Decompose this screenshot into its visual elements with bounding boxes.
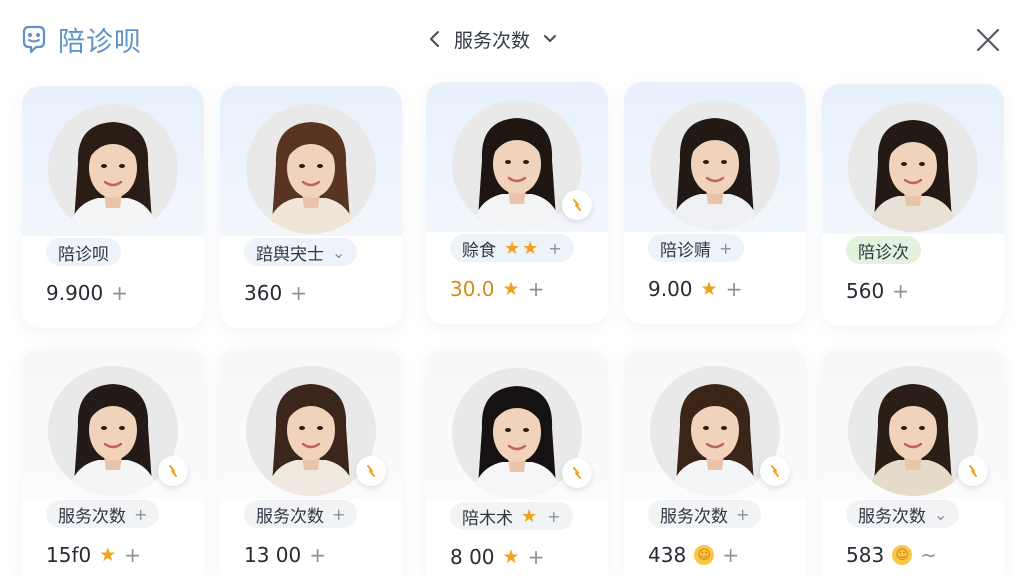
tag-action-icon[interactable]: + [736, 505, 749, 524]
service-count-value: 8 00 [450, 545, 495, 569]
close-icon[interactable] [972, 24, 1004, 56]
service-count-value: 360 [244, 281, 283, 305]
tag-action-icon[interactable]: + [548, 239, 561, 258]
service-count-value: 15f0 [46, 543, 92, 567]
caregiver-card[interactable]: 服务次数 + 438 ☺ + [624, 348, 806, 576]
tag-label: 服务次数 [858, 506, 926, 527]
caregiver-tag[interactable]: 陪诊呗 [46, 238, 121, 266]
service-count-value: 9.900 [46, 281, 104, 305]
caregiver-tag[interactable]: 服务次数 + [244, 500, 358, 528]
service-count-value: 13 00 [244, 543, 302, 567]
service-count-value: 438 [648, 543, 687, 567]
caregiver-card[interactable]: 陪诊呗 9.900 + [22, 86, 204, 328]
caregiver-tag[interactable]: 踣舆宊士 ⌄ [244, 238, 358, 266]
service-count: 438 ☺ + [648, 540, 739, 570]
verified-badge-icon [958, 456, 988, 486]
caregiver-card[interactable]: 陪木术 ★ + 8 00 ★ + [426, 350, 608, 576]
service-count-value: 30.0 [450, 277, 495, 301]
chevron-down-icon[interactable] [542, 33, 558, 45]
rating-stars-icon: ★★ [504, 237, 541, 259]
caregiver-card[interactable]: 陪诊次 560 + [822, 84, 1004, 326]
add-button[interactable]: + [124, 543, 141, 567]
service-count: 15f0 ★ + [46, 540, 141, 570]
caregiver-card[interactable]: 陪诊䞍 + 9.00 ★ + [624, 82, 806, 324]
tag-action-icon[interactable]: + [547, 507, 560, 526]
verified-badge-icon [562, 458, 592, 488]
caregiver-card[interactable]: 踣舆宊士 ⌄ 360 + [220, 86, 402, 328]
tag-action-icon[interactable]: + [332, 505, 345, 524]
caregiver-card[interactable]: 服务次数 ⌄ 583 ☺ ~ [822, 348, 1004, 576]
add-button[interactable]: + [528, 277, 545, 301]
avatar[interactable] [48, 104, 178, 234]
tag-label: 踣舆宊士 [256, 244, 324, 265]
caregiver-card[interactable]: 服务次数 + 15f0 ★ + [22, 348, 204, 576]
tag-label: 赊食 [462, 240, 496, 261]
caregiver-tag[interactable]: 服务次数 + [46, 500, 160, 528]
add-button[interactable]: + [722, 543, 739, 567]
caregiver-tag[interactable]: 服务次数 ⌄ [846, 500, 960, 528]
top-bar: 陪诊呗 服务次数 [0, 0, 1024, 78]
star-icon: ★ [700, 278, 718, 300]
tag-action-icon[interactable]: ⌄ [332, 243, 345, 262]
add-button[interactable]: ~ [920, 543, 937, 567]
service-count: 9.900 + [46, 278, 128, 308]
star-icon: ★ [502, 546, 520, 568]
verified-badge-icon [158, 456, 188, 486]
caregiver-tag[interactable]: 陪诊䞍 + [648, 234, 745, 262]
avatar[interactable] [650, 100, 780, 230]
service-count-value: 9.00 [648, 277, 693, 301]
service-count: 30.0 ★ + [450, 274, 544, 304]
caregiver-tag[interactable]: 陪木术 ★ + [450, 502, 573, 530]
caregiver-card[interactable]: 赊食 ★★ + 30.0 ★ + [426, 82, 608, 324]
caregiver-tag[interactable]: 陪诊次 [846, 236, 921, 264]
tag-label: 陪诊䞍 [660, 240, 711, 261]
service-count-value: 583 [846, 543, 885, 567]
chevron-left-icon[interactable] [428, 29, 442, 49]
service-count: 13 00 + [244, 540, 326, 570]
tag-action-icon[interactable]: + [719, 239, 732, 258]
caregiver-card[interactable]: 服务次数 + 13 00 + [220, 348, 402, 576]
tag-action-icon[interactable]: + [134, 505, 147, 524]
verified-badge-icon [760, 456, 790, 486]
avatar[interactable] [246, 104, 376, 234]
add-button[interactable]: + [111, 281, 128, 305]
service-count: 8 00 ★ + [450, 542, 544, 572]
tag-label: 陪诊呗 [58, 244, 109, 265]
caregiver-tag[interactable]: 服务次数 + [648, 500, 762, 528]
robot-face-icon [22, 25, 46, 54]
tag-action-icon[interactable]: ⌄ [934, 505, 947, 524]
tag-label: 服务次数 [660, 506, 728, 527]
star-icon: ★ [99, 544, 117, 566]
rating-stars-icon: ★ [521, 505, 540, 527]
service-count-value: 560 [846, 279, 885, 303]
add-button[interactable]: + [892, 279, 909, 303]
service-count: 9.00 ★ + [648, 274, 742, 304]
tag-label: 陪诊次 [858, 242, 909, 263]
tag-label: 服务次数 [58, 506, 126, 527]
service-count: 583 ☺ ~ [846, 540, 937, 570]
sort-label: 服务次数 [454, 29, 531, 52]
brand[interactable]: 陪诊呗 [18, 20, 142, 58]
tag-label: 服务次数 [256, 506, 324, 527]
star-icon: ★ [502, 278, 520, 300]
caregiver-tag[interactable]: 赊食 ★★ + [450, 234, 574, 262]
add-button[interactable]: + [290, 281, 307, 305]
app-name: 陪诊呗 [58, 26, 142, 58]
service-count: 360 + [244, 278, 307, 308]
verified-badge-icon [562, 190, 592, 220]
add-button[interactable]: + [726, 277, 743, 301]
verified-badge-icon [356, 456, 386, 486]
add-button[interactable]: + [309, 543, 326, 567]
tag-label: 陪木术 [462, 508, 513, 529]
emoji-badge-icon: ☺ [694, 545, 715, 565]
service-count: 560 + [846, 276, 909, 306]
emoji-badge-icon: ☺ [892, 545, 913, 565]
avatar[interactable] [848, 102, 978, 232]
add-button[interactable]: + [528, 545, 545, 569]
sort-selector[interactable]: 服务次数 [428, 22, 558, 56]
